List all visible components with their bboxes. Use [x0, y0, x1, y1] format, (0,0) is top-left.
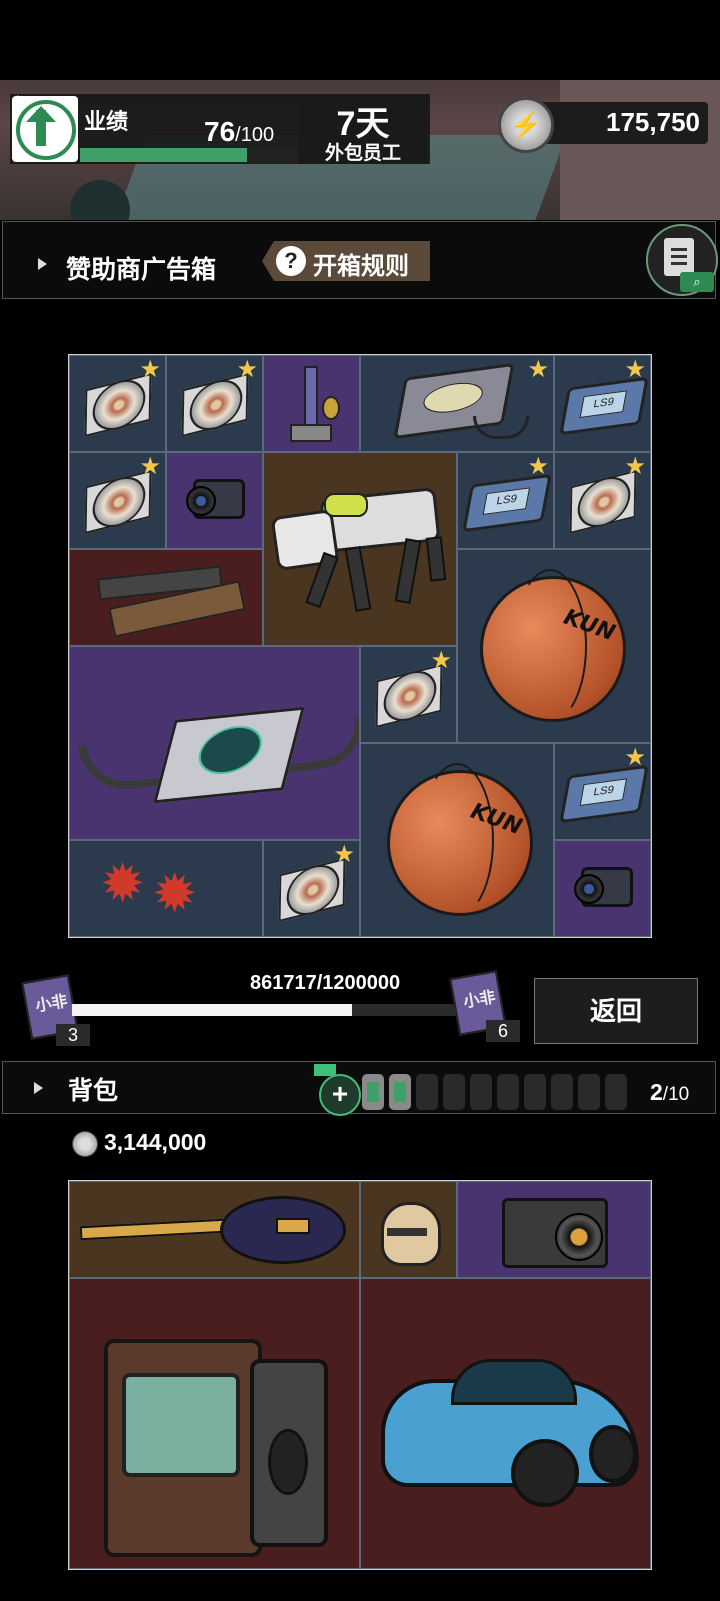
box-item-handheld-device[interactable]: LS9 ★	[554, 355, 651, 452]
add-slot-button[interactable]: +	[319, 1074, 361, 1116]
box-item-wooden-box[interactable]	[69, 549, 263, 646]
backpack-item-sports-car[interactable]	[360, 1278, 651, 1569]
star-icon: ★	[624, 453, 646, 480]
coin-icon	[72, 1131, 98, 1157]
box-item-disc-player[interactable]: ★	[360, 355, 554, 452]
role-label: 外包员工	[324, 143, 401, 164]
star-icon: ★	[236, 356, 258, 383]
backpack-item-retro-tv[interactable]	[69, 1278, 360, 1569]
expand-arrow-icon	[34, 1082, 43, 1094]
sponsor-title: 赞助商广告箱	[66, 256, 217, 284]
box-item-disc[interactable]: ★	[69, 452, 166, 549]
battery-slot-empty	[416, 1074, 438, 1110]
battery-slot-empty	[497, 1074, 519, 1110]
battery-slot-empty	[470, 1074, 492, 1110]
energy-value: 175,750	[606, 107, 700, 137]
box-item-camera[interactable]	[554, 840, 651, 937]
ticket-count-right: 6	[486, 1020, 520, 1042]
performance-value: 76/100	[204, 116, 275, 147]
star-icon: ★	[430, 647, 452, 674]
progress-text: 861717/1200000	[250, 972, 401, 994]
progress-bar	[72, 1004, 462, 1016]
star-icon: ★	[624, 744, 646, 771]
box-item-handheld-device[interactable]: LS9 ★	[554, 743, 651, 840]
clipboard-icon	[664, 238, 694, 276]
backpack-count: 2/10	[650, 1079, 690, 1105]
battery-slot-filled	[362, 1074, 384, 1110]
question-icon: ?	[276, 246, 306, 276]
lightning-icon: ⚡	[498, 97, 554, 153]
sponsor-box-grid: ★ ★ ★ LS9 ★ ★ LS9 ★ ★ KUN ★ KUN LS9 ★ ✹ …	[68, 354, 652, 938]
star-icon: ★	[527, 356, 549, 383]
performance-bar	[80, 148, 300, 162]
battery-slot-empty	[443, 1074, 465, 1110]
box-item-disc[interactable]: ★	[263, 840, 360, 937]
battery-slot-empty	[524, 1074, 546, 1110]
search-icon: ⌕	[680, 272, 714, 292]
battery-slot-filled	[389, 1074, 411, 1110]
box-item-disc[interactable]: ★	[69, 355, 166, 452]
return-button[interactable]: 返回	[534, 978, 698, 1044]
battery-slot-empty	[605, 1074, 627, 1110]
ticket-count-left: 3	[56, 1024, 90, 1046]
box-item-spiky-glasses[interactable]: ✹ ✹	[69, 840, 263, 937]
battery-slot-empty	[578, 1074, 600, 1110]
star-icon: ★	[333, 841, 355, 868]
box-item-camera[interactable]	[166, 452, 263, 549]
box-item-disc[interactable]: ★	[554, 452, 651, 549]
gear-icon[interactable]: ⚙	[12, 94, 26, 108]
box-item-radar-device[interactable]	[69, 646, 360, 840]
backpack-item-toy-figure[interactable]	[360, 1181, 457, 1278]
box-item-disc[interactable]: ★	[360, 646, 457, 743]
expand-arrow-icon	[38, 258, 47, 270]
backpack-item-camera[interactable]	[457, 1181, 651, 1278]
coin-value: 3,144,000	[104, 1129, 207, 1155]
box-item-basketball[interactable]: KUN	[360, 743, 554, 937]
star-icon: ★	[139, 453, 161, 480]
performance-label: 业绩	[84, 109, 129, 134]
star-icon: ★	[527, 453, 549, 480]
backpack-item-electric-guitar[interactable]	[69, 1181, 360, 1278]
box-item-disc[interactable]: ★	[166, 355, 263, 452]
box-item-keychain-figure[interactable]	[263, 355, 360, 452]
backpack-grid	[68, 1180, 652, 1570]
box-item-basketball[interactable]: KUN	[457, 549, 651, 743]
battery-slot-empty	[551, 1074, 573, 1110]
rules-label[interactable]: 开箱规则	[313, 246, 409, 281]
backpack-title: 背包	[68, 1077, 119, 1105]
box-item-handheld-device[interactable]: LS9 ★	[457, 452, 554, 549]
star-icon: ★	[139, 356, 161, 383]
box-item-robot-dog[interactable]	[263, 452, 457, 646]
star-icon: ★	[624, 356, 646, 383]
